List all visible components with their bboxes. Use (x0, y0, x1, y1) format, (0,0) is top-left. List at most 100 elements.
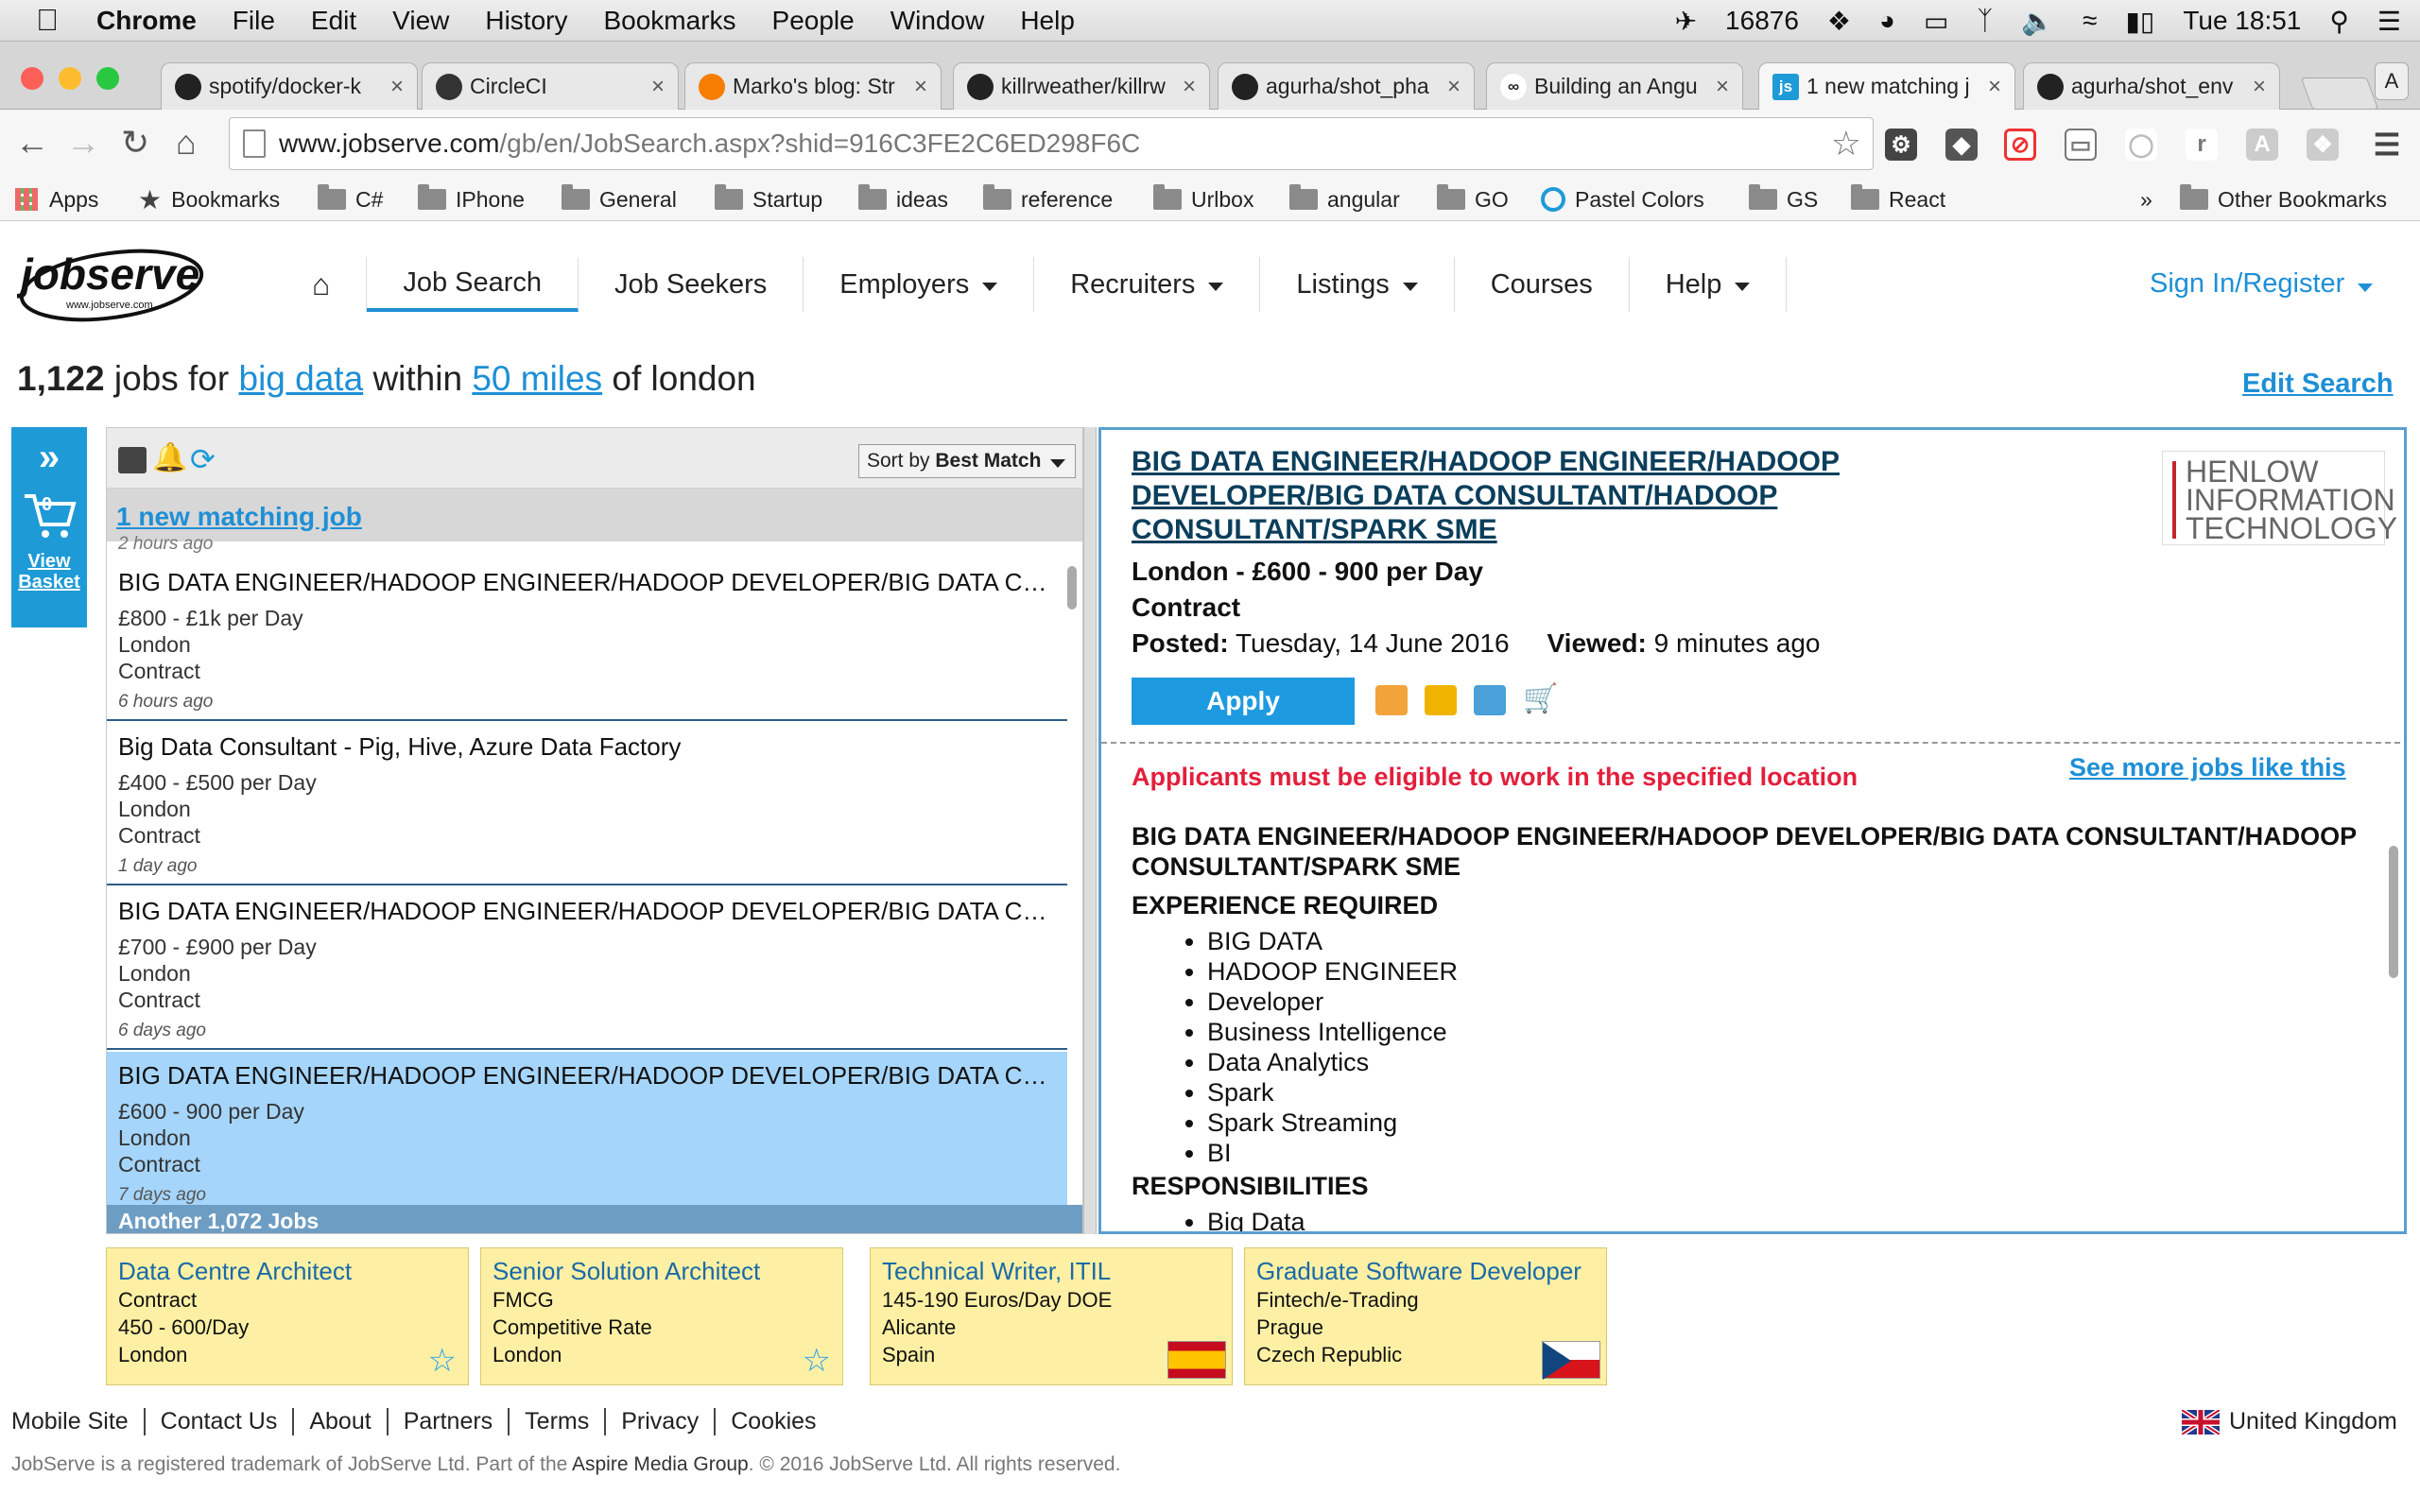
bookmarks-bookmark[interactable]: ★ Bookmarks (138, 183, 280, 215)
tab-close-icon[interactable]: × (1447, 74, 1461, 100)
jobserve-logo[interactable]: jobserve www.jobserve.com (17, 234, 206, 325)
window-close-button[interactable] (21, 67, 43, 90)
browser-tab[interactable]: agurha/shot_env × (2023, 62, 2280, 110)
panel-splitter[interactable] (1083, 427, 1097, 1234)
bookmark-folder[interactable]: ideas (858, 183, 948, 215)
email-icon[interactable] (1425, 685, 1457, 715)
tab-close-icon[interactable]: × (914, 74, 927, 100)
bookmark-star-icon[interactable]: ☆ (1831, 124, 1861, 163)
add-to-basket-icon[interactable]: 🛒 (1523, 685, 1558, 715)
nav-home[interactable]: ⌂ (276, 257, 368, 312)
nav-listings[interactable]: Listings (1260, 257, 1455, 312)
airplane-icon[interactable]: ✈ (1675, 6, 1697, 37)
basket-panel[interactable]: » 0 View Basket (11, 427, 87, 627)
more-jobs-link[interactable]: Another 1,072 Jobs (107, 1205, 1082, 1233)
battery-icon[interactable]: ▮▯ (2125, 6, 2154, 37)
browser-tab[interactable]: killrweather/killrw × (953, 62, 1210, 110)
refresh-icon[interactable]: ⟳ (190, 441, 216, 477)
tab-close-icon[interactable]: × (651, 74, 665, 100)
featured-job-card[interactable]: Senior Solution Architect FMCG Competitive… (480, 1247, 843, 1385)
menu-help[interactable]: Help (1020, 6, 1075, 36)
footer-link[interactable]: Partners (389, 1408, 510, 1435)
sign-in-register-link[interactable]: Sign In/Register (2150, 268, 2374, 300)
alert-bell-icon[interactable]: 🔔 (152, 441, 187, 474)
browser-tab[interactable]: agurha/shot_pha × (1218, 62, 1475, 110)
featured-job-card[interactable]: Data Centre Architect Contract 450 - 600/D… (106, 1247, 469, 1385)
home-icon[interactable]: ⌂ (176, 123, 197, 163)
browser-tab[interactable]: Marko's blog: Str × (684, 62, 942, 110)
bookmark-folder[interactable]: C# (318, 183, 383, 215)
other-bookmarks[interactable]: Other Bookmarks (2180, 183, 2387, 215)
edit-search-link[interactable]: Edit Search (2242, 369, 2394, 400)
bookmark-folder[interactable]: General (562, 183, 677, 215)
bookmarks-overflow-chevron-icon[interactable]: » (2140, 183, 2152, 215)
volume-icon[interactable]: 🔈 (2021, 6, 2054, 37)
bookmark-folder[interactable]: React (1851, 183, 1945, 215)
window-minimize-button[interactable] (59, 67, 81, 90)
bookmark-folder[interactable]: IPhone (418, 183, 525, 215)
menu-history[interactable]: History (485, 6, 567, 36)
tab-close-icon[interactable]: × (1988, 74, 2001, 100)
nav-job-search[interactable]: Job Search (367, 257, 579, 312)
address-bar[interactable]: www.jobserve.com/gb/en/JobSearch.aspx?sh… (229, 117, 1874, 170)
bookmark-folder[interactable]: reference (983, 183, 1113, 215)
region-label[interactable]: United Kingdom (2229, 1408, 2397, 1435)
dropbox-icon[interactable]: ❖ (1827, 6, 1851, 37)
bookmark-folder[interactable]: angular (1289, 183, 1400, 215)
new-matching-job-link[interactable]: 1 new matching job (107, 489, 1082, 541)
browser-tab[interactable]: spotify/docker-k × (161, 62, 418, 110)
status-counter[interactable]: 16876 (1725, 6, 1799, 36)
notification-center-icon[interactable]: ☰ (2377, 6, 2401, 37)
nav-recruiters[interactable]: Recruiters (1034, 257, 1261, 312)
airplay-icon[interactable]: ▭ (1924, 6, 1948, 37)
sync-icon[interactable]: ◕ (1879, 6, 1895, 36)
menu-chrome[interactable]: Chrome (96, 6, 197, 36)
footer-link[interactable]: Cookies (716, 1408, 831, 1435)
dropbox-extension-icon[interactable]: ❖ (2307, 129, 2339, 161)
job-title-link[interactable]: BIG DATA ENGINEER/HADOOP ENGINEER/HADOOP… (1132, 445, 1926, 547)
bluetooth-icon[interactable]: ᛉ (1977, 6, 1993, 36)
sort-select[interactable]: Sort by Best Match (858, 444, 1076, 478)
browser-tab[interactable]: ∞ Building an Angu × (1486, 62, 1743, 110)
profile-button[interactable]: A (2375, 62, 2409, 100)
featured-job-card[interactable]: Graduate Software Developer Fintech/e-Tra… (1244, 1247, 1607, 1385)
nav-help[interactable]: Help (1630, 257, 1788, 312)
see-more-jobs-link[interactable]: See more jobs like this (2069, 753, 2346, 782)
bookmark-folder[interactable]: Startup (715, 183, 822, 215)
forward-arrow-icon[interactable]: → (66, 123, 100, 163)
keyword-link[interactable]: big data (239, 359, 364, 398)
aspire-media-link[interactable]: Aspire Media Group (572, 1453, 749, 1475)
tab-close-icon[interactable]: × (2253, 74, 2266, 100)
bookmark-folder[interactable]: GS (1749, 183, 1818, 215)
footer-link[interactable]: Terms (510, 1408, 607, 1435)
apps-bookmark[interactable]: Apps (15, 183, 98, 215)
menu-bookmarks[interactable]: Bookmarks (603, 6, 735, 36)
save-search-icon[interactable] (118, 447, 147, 473)
tab-close-icon[interactable]: × (1183, 74, 1196, 100)
angular-extension-icon[interactable]: A (2246, 129, 2278, 161)
star-icon[interactable]: ☆ (803, 1345, 831, 1377)
new-tab-button[interactable] (2300, 77, 2379, 110)
distance-link[interactable]: 50 miles (472, 359, 602, 398)
menu-edit[interactable]: Edit (311, 6, 356, 36)
menu-file[interactable]: File (233, 6, 275, 36)
bookmark-folder[interactable]: Pastel Colors (1541, 183, 1704, 215)
share-icon[interactable] (1375, 685, 1408, 715)
company-logo[interactable]: HENLOW INFORMATION TECHNOLOGY (2162, 451, 2397, 545)
back-arrow-icon[interactable]: ← (15, 123, 49, 163)
menu-people[interactable]: People (772, 6, 855, 36)
featured-job-card[interactable]: Technical Writer, ITIL 145-190 Euros/Day … (870, 1247, 1233, 1385)
bookmark-folder[interactable]: GO (1437, 183, 1509, 215)
tab-close-icon[interactable]: × (390, 74, 404, 100)
star-icon[interactable]: ☆ (428, 1345, 457, 1377)
browser-tab[interactable]: CircleCI × (422, 62, 679, 110)
job-list-item[interactable]: Big Data Consultant - Pig, Hive, Azure D… (107, 723, 1067, 885)
settings-gear-extension-icon[interactable]: ⚙ (1885, 129, 1917, 161)
apply-button[interactable]: Apply (1132, 678, 1355, 725)
nav-courses[interactable]: Courses (1455, 257, 1630, 312)
browser-tab[interactable]: js 1 new matching j × (1758, 62, 2015, 110)
cast-icon[interactable]: ▭ (2065, 129, 2097, 161)
spotlight-search-icon[interactable]: ⚲ (2329, 6, 2349, 37)
cube-extension-icon[interactable]: ◆ (1945, 129, 1978, 161)
save-job-icon[interactable] (1474, 685, 1506, 715)
